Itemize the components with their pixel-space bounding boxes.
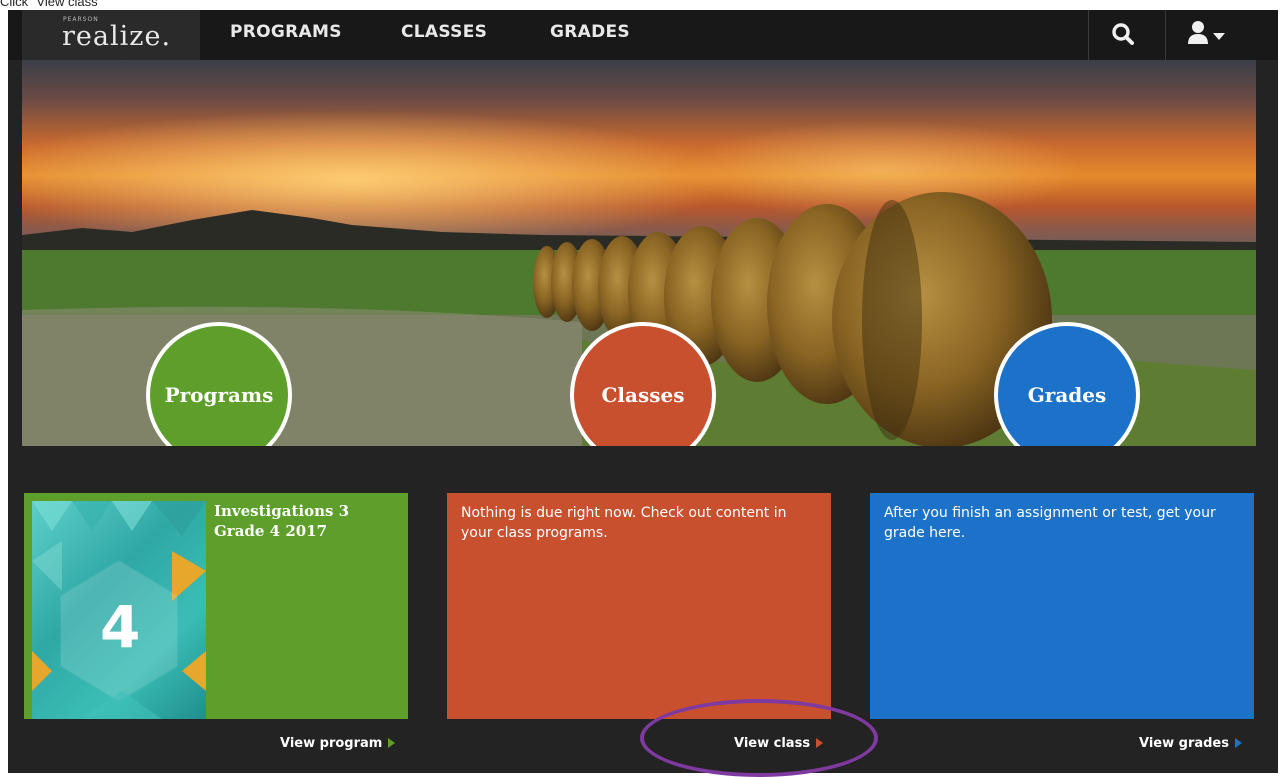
programs-card[interactable]: 4 Investigations 3 Grade 4 2017 — [24, 493, 408, 719]
classes-card[interactable]: Nothing is due right now. Check out cont… — [447, 493, 831, 719]
realize-logo[interactable]: PEARSON realize. — [22, 10, 200, 60]
arrow-right-icon — [1235, 738, 1242, 748]
nav-programs[interactable]: PROGRAMS — [230, 22, 342, 42]
instruction-text: Click "View class" — [0, 0, 103, 9]
user-icon — [1188, 21, 1208, 44]
grades-card-text: After you finish an assignment or test, … — [884, 505, 1216, 541]
search-icon — [1112, 23, 1134, 45]
arrow-right-icon — [388, 738, 396, 748]
nav-classes[interactable]: CLASSES — [401, 22, 487, 42]
programs-circle-label: Programs — [164, 383, 274, 407]
view-program-link[interactable]: View program — [280, 736, 396, 751]
grades-card[interactable]: After you finish an assignment or test, … — [870, 493, 1254, 719]
logo-wordmark: realize. — [62, 21, 172, 52]
top-nav: PEARSON realize. PROGRAMS CLASSES GRADES — [8, 10, 1278, 60]
grades-circle-label: Grades — [1027, 383, 1107, 407]
hero-banner: Programs Classes Grades — [22, 60, 1256, 446]
classes-card-text: Nothing is due right now. Check out cont… — [461, 505, 787, 541]
program-book-cover: 4 — [32, 501, 206, 719]
program-title: Investigations 3 Grade 4 2017 — [214, 502, 350, 540]
view-grades-link[interactable]: View grades — [1139, 736, 1242, 751]
cover-grade-number: 4 — [100, 593, 141, 661]
click-target-highlight-ring — [640, 699, 878, 777]
nav-grades[interactable]: GRADES — [550, 22, 630, 42]
view-grades-label: View grades — [1139, 736, 1229, 751]
classes-circle-label: Classes — [601, 383, 685, 407]
user-menu-button[interactable] — [1166, 10, 1256, 60]
app-frame: PEARSON realize. PROGRAMS CLASSES GRADES — [8, 10, 1278, 773]
caret-down-icon — [1213, 33, 1225, 40]
search-button[interactable] — [1089, 10, 1159, 60]
view-program-label: View program — [280, 736, 383, 751]
